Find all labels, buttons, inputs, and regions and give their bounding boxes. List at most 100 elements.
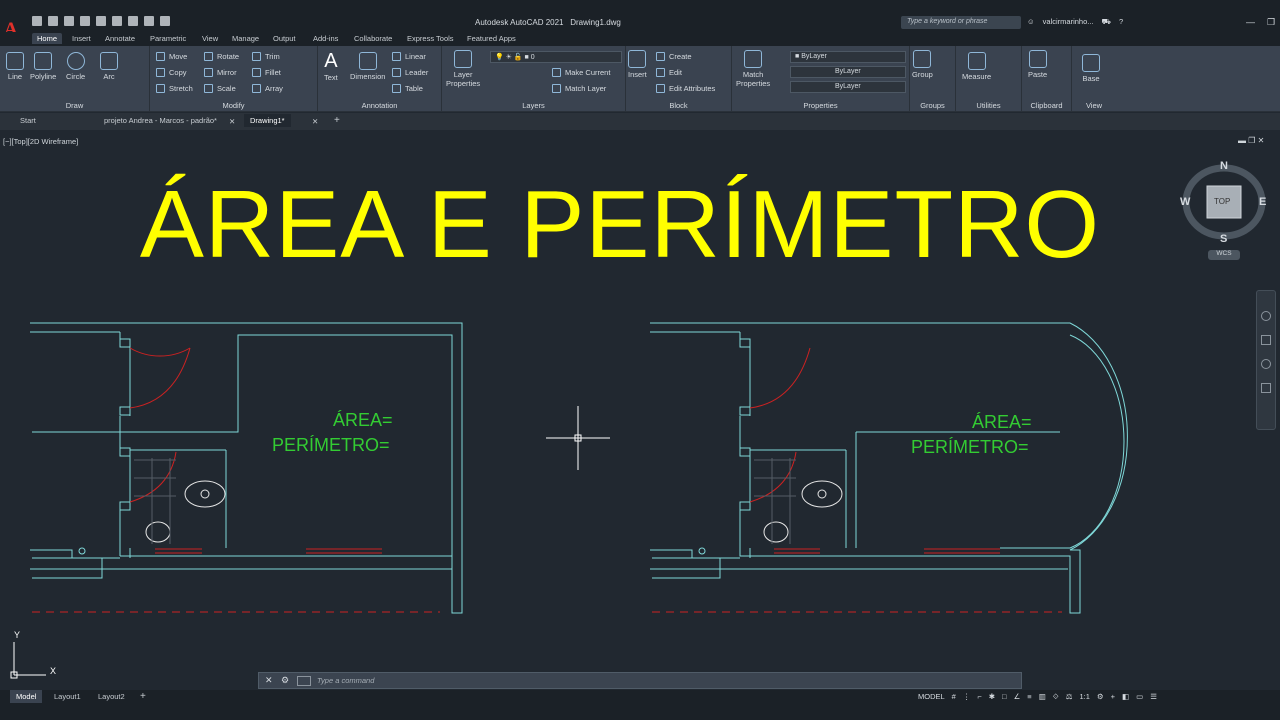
save-icon[interactable] xyxy=(64,16,74,26)
doc-tab-projeto[interactable]: projeto Andrea - Marcos - padrão* xyxy=(104,116,217,125)
user-menu[interactable]: ☺ valcirmarinho... ⛟ ? xyxy=(1027,17,1123,27)
fillet-button[interactable]: Fillet xyxy=(252,68,281,77)
plus-icon[interactable]: + xyxy=(1111,692,1115,702)
polar-icon[interactable]: ✱ xyxy=(989,692,995,702)
undo-icon[interactable] xyxy=(144,16,154,26)
annotation-icon[interactable]: ⚖ xyxy=(1066,692,1073,702)
layout-tab-layout2[interactable]: Layout2 xyxy=(92,690,131,703)
stretch-button[interactable]: Stretch xyxy=(156,84,193,93)
linear-button[interactable]: Linear xyxy=(392,52,426,61)
tab-manage[interactable]: Manage xyxy=(232,34,259,43)
tab-insert[interactable]: Insert xyxy=(72,34,91,43)
layer-properties-button[interactable]: Layer Properties xyxy=(446,50,480,88)
ortho-icon[interactable]: ⌐ xyxy=(977,692,981,702)
panel-annotation-label[interactable]: Annotation xyxy=(318,101,441,110)
group-button[interactable]: Group xyxy=(912,50,933,79)
viewcube-west[interactable]: W xyxy=(1180,196,1190,208)
viewcube[interactable]: N S W E TOP WCS xyxy=(1180,160,1270,260)
paste-button[interactable]: Paste xyxy=(1028,50,1047,79)
arc-button[interactable]: Arc xyxy=(100,52,118,81)
navigation-bar[interactable] xyxy=(1256,290,1276,430)
array-button[interactable]: Array xyxy=(252,84,283,93)
osnap-icon[interactable]: □ xyxy=(1002,692,1007,702)
tab-parametric[interactable]: Parametric xyxy=(150,34,186,43)
web-open-icon[interactable] xyxy=(96,16,106,26)
new-tab-icon[interactable]: + xyxy=(334,115,340,126)
tab-featured-apps[interactable]: Featured Apps xyxy=(467,34,516,43)
measure-button[interactable]: Measure xyxy=(962,52,991,81)
linetype-dropdown[interactable]: ByLayer xyxy=(790,66,906,78)
transparency-icon[interactable]: ▥ xyxy=(1039,692,1046,702)
print-icon[interactable] xyxy=(128,16,138,26)
doc-tab-drawing1[interactable]: Drawing1* xyxy=(244,114,291,127)
edit-block-button[interactable]: Edit xyxy=(656,68,682,77)
layer-dropdown[interactable]: 💡 ☀ 🔓 ■ 0 xyxy=(490,51,622,63)
panel-block-label[interactable]: Block xyxy=(626,101,731,110)
insert-button[interactable]: Insert xyxy=(628,50,647,79)
copy-button[interactable]: Copy xyxy=(156,68,187,77)
lineweight-dropdown[interactable]: ByLayer xyxy=(790,81,906,93)
tab-annotate[interactable]: Annotate xyxy=(105,34,135,43)
doc-tab-start[interactable]: Start xyxy=(20,116,36,125)
panel-clipboard-label[interactable]: Clipboard xyxy=(1022,101,1071,110)
layout-tab-model[interactable]: Model xyxy=(10,690,43,703)
panel-utilities-label[interactable]: Utilities xyxy=(956,101,1021,110)
command-settings-icon[interactable]: ⚙ xyxy=(281,675,289,686)
text-button[interactable]: A Text xyxy=(324,50,338,82)
redo-icon[interactable] xyxy=(160,16,170,26)
move-button[interactable]: Move xyxy=(156,52,187,61)
panel-modify-label[interactable]: Modify xyxy=(150,101,317,110)
isolate-icon[interactable]: ◧ xyxy=(1122,692,1129,702)
tab-home[interactable]: Home xyxy=(32,33,63,44)
layout-tab-layout1[interactable]: Layout1 xyxy=(48,690,87,703)
polyline-button[interactable]: Polyline xyxy=(30,52,56,81)
help-icon[interactable]: ? xyxy=(1119,17,1123,27)
base-button[interactable]: Base xyxy=(1082,54,1100,83)
circle-button[interactable]: Circle xyxy=(66,52,85,81)
wcs-menu[interactable]: WCS xyxy=(1208,250,1240,260)
cart-icon[interactable]: ⛟ xyxy=(1102,17,1111,27)
otrack-icon[interactable]: ∠ xyxy=(1014,692,1021,702)
grid-icon[interactable]: # xyxy=(952,692,956,702)
restore-icon[interactable]: ❐ xyxy=(1267,17,1275,28)
command-input[interactable]: Type a command xyxy=(317,676,374,685)
new-icon[interactable] xyxy=(32,16,42,26)
match-layer-button[interactable]: Match Layer xyxy=(552,84,606,93)
panel-layers-label[interactable]: Layers xyxy=(442,101,625,110)
zoom-icon[interactable] xyxy=(1261,359,1271,369)
command-close-icon[interactable]: ✕ xyxy=(265,675,273,686)
orbit-icon[interactable] xyxy=(1261,383,1271,393)
steering-wheel-icon[interactable] xyxy=(1261,311,1271,321)
tab-express-tools[interactable]: Express Tools xyxy=(407,34,454,43)
rotate-button[interactable]: Rotate xyxy=(204,52,239,61)
color-dropdown[interactable]: ■ ByLayer xyxy=(790,51,906,63)
web-save-icon[interactable] xyxy=(112,16,122,26)
snap-icon[interactable]: ⋮ xyxy=(963,692,971,702)
drawing-viewport[interactable]: [−][Top][2D Wireframe] ▬ ❐ ✕ ÁREA E PERÍ… xyxy=(0,130,1280,690)
trim-button[interactable]: Trim xyxy=(252,52,280,61)
scale-button[interactable]: Scale xyxy=(204,84,236,93)
panel-view-label[interactable]: View xyxy=(1072,101,1116,110)
search-input[interactable]: Type a keyword or phrase xyxy=(901,16,1021,29)
command-line[interactable]: ✕ ⚙ Type a command xyxy=(258,672,1022,689)
doc-tab-close-icon[interactable]: ✕ xyxy=(312,117,318,126)
panel-groups-label[interactable]: Groups xyxy=(910,101,955,110)
tab-output[interactable]: Output xyxy=(273,34,296,43)
table-button[interactable]: Table xyxy=(392,84,423,93)
edit-attributes-button[interactable]: Edit Attributes xyxy=(656,84,715,93)
viewcube-north[interactable]: N xyxy=(1220,160,1228,172)
add-layout-icon[interactable]: + xyxy=(134,689,152,704)
tab-view[interactable]: View xyxy=(202,34,218,43)
panel-draw-label[interactable]: Draw xyxy=(0,101,149,110)
viewcube-east[interactable]: E xyxy=(1259,196,1266,208)
tab-collaborate[interactable]: Collaborate xyxy=(354,34,392,43)
tab-addins[interactable]: Add-ins xyxy=(313,34,338,43)
mirror-button[interactable]: Mirror xyxy=(204,68,237,77)
selection-cycling-icon[interactable]: ⟐ xyxy=(1053,692,1059,702)
doc-tab-close-icon[interactable]: ✕ xyxy=(229,117,235,126)
viewcube-top-face[interactable]: TOP xyxy=(1214,197,1230,206)
match-properties-button[interactable]: Match Properties xyxy=(736,50,770,88)
viewcube-south[interactable]: S xyxy=(1220,233,1227,245)
panel-properties-label[interactable]: Properties xyxy=(732,101,909,110)
minimize-icon[interactable]: — xyxy=(1246,17,1255,28)
